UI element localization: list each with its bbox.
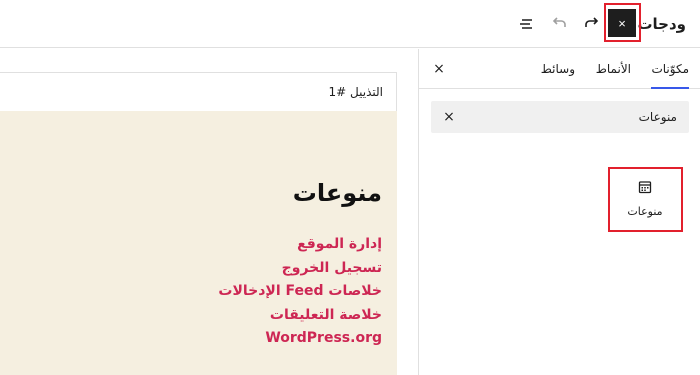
top-toolbar: ودجات ×: [0, 0, 700, 48]
meta-links-list: إدارة الموقع تسجيل الخروج خلاصات Feed ال…: [218, 233, 382, 351]
list-view-icon[interactable]: [514, 12, 538, 36]
block-inserter-panel: مكوّنات الأنماط وسائط × منوعات × منوعات: [418, 49, 700, 375]
link-comments-feed[interactable]: خلاصة التعليقات: [218, 304, 382, 328]
block-result-label: منوعات: [627, 205, 663, 218]
inserter-tabs: مكوّنات الأنماط وسائط ×: [419, 49, 700, 89]
clear-search-icon[interactable]: ×: [441, 109, 457, 125]
undo-icon[interactable]: [547, 12, 571, 36]
block-result-miscellaneous[interactable]: منوعات: [607, 169, 683, 233]
preview-body: منوعات إدارة الموقع تسجيل الخروج خلاصات …: [0, 111, 397, 375]
link-wordpress-org[interactable]: WordPress.org: [218, 327, 382, 351]
close-inserter-button[interactable]: ×: [608, 9, 636, 37]
tab-blocks[interactable]: مكوّنات: [651, 49, 689, 89]
block-search-input[interactable]: منوعات ×: [431, 101, 689, 133]
page-title: ودجات: [637, 15, 686, 33]
link-entries-feed[interactable]: خلاصات Feed الإدخالات: [218, 280, 382, 304]
link-site-admin[interactable]: إدارة الموقع: [218, 233, 382, 257]
calendar-icon: [637, 179, 653, 195]
tab-media[interactable]: وسائط: [541, 49, 575, 89]
widget-area-title[interactable]: التذييل #1: [0, 73, 397, 111]
widget-heading: منوعات: [292, 179, 382, 207]
widget-area-preview: التذييل #1 منوعات إدارة الموقع تسجيل الخ…: [0, 72, 397, 375]
redo-icon[interactable]: [580, 12, 604, 36]
close-icon[interactable]: ×: [431, 61, 447, 77]
tab-patterns[interactable]: الأنماط: [596, 49, 631, 89]
link-log-out[interactable]: تسجيل الخروج: [218, 257, 382, 281]
search-value[interactable]: منوعات: [639, 101, 677, 133]
